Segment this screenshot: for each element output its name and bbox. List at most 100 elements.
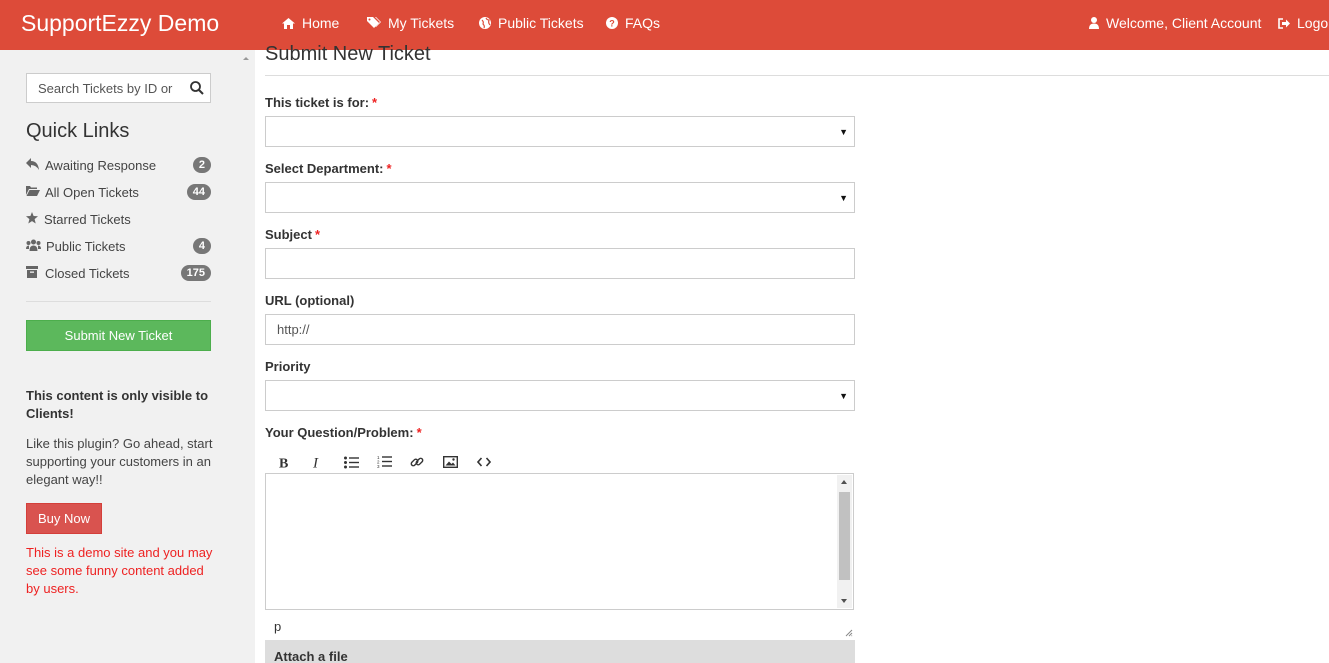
search-input[interactable]: Search Tickets by ID or [26, 73, 211, 103]
dropdown-caret-icon: ▼ [839, 391, 848, 401]
users-icon [26, 239, 41, 251]
count-badge: 4 [192, 238, 211, 254]
quick-link-awaiting-response[interactable]: Awaiting Response 2 [26, 156, 211, 176]
question-label: Your Question/Problem: * [265, 425, 422, 440]
editor-element-path: p [274, 619, 282, 634]
folder-open-icon [26, 186, 40, 196]
nav-faqs-label: FAQs [625, 15, 661, 31]
reply-icon [26, 158, 39, 170]
url-label: URL (optional) [265, 293, 355, 308]
code-button[interactable] [473, 452, 495, 472]
buy-now-button[interactable]: Buy Now [26, 503, 102, 534]
quick-link-starred-tickets[interactable]: Starred Tickets [26, 210, 211, 230]
sidebar-scroll-up-icon[interactable] [241, 54, 251, 62]
nav-my-tickets[interactable]: My Tickets [367, 15, 454, 31]
svg-text:?: ? [609, 19, 615, 29]
count-badge: 44 [186, 184, 211, 200]
quick-link-label: Starred Tickets [44, 212, 131, 227]
italic-button[interactable]: I [306, 452, 328, 472]
page-title: Submit New Ticket [265, 43, 431, 65]
svg-text:3: 3 [377, 464, 380, 469]
required-mark: * [314, 227, 321, 242]
quick-link-label: Public Tickets [46, 239, 126, 254]
quick-link-public-tickets[interactable]: Public Tickets 4 [26, 237, 211, 257]
subject-label-text: Subject [265, 227, 312, 242]
link-icon [410, 457, 424, 467]
scroll-up-icon[interactable] [841, 480, 847, 484]
count-badge: 2 [192, 157, 211, 173]
client-only-note: This content is only visible to Clients! [26, 388, 209, 421]
nav-welcome-user[interactable]: Welcome, Client Account [1089, 15, 1261, 31]
nav-public-tickets-label: Public Tickets [498, 15, 584, 31]
nav-logout[interactable]: Logou [1278, 15, 1329, 31]
department-select[interactable]: ▼ [265, 182, 855, 213]
question-circle-icon: ? [606, 17, 618, 29]
scroll-thumb[interactable] [839, 492, 850, 580]
dropdown-caret-icon: ▼ [839, 193, 848, 203]
attach-file-label: Attach a file [274, 649, 348, 663]
numbered-list-button[interactable]: 123 [373, 452, 395, 472]
numbered-list-icon: 123 [377, 455, 392, 469]
department-label-text: Select Department: [265, 161, 384, 176]
nav-welcome-label: Welcome, Client Account [1106, 15, 1262, 31]
nav-home[interactable]: Home [282, 15, 339, 31]
user-icon [1089, 17, 1099, 29]
submit-new-ticket-button[interactable]: Submit New Ticket [26, 320, 211, 351]
search-placeholder: Search Tickets by ID or [38, 81, 173, 96]
scroll-down-icon[interactable] [841, 599, 847, 603]
url-input-value: http:// [277, 322, 310, 337]
editor-scrollbar[interactable] [837, 475, 852, 608]
sidebar: Search Tickets by ID or Quick Links Awai… [0, 50, 255, 663]
bold-icon: B [279, 457, 288, 470]
department-label: Select Department: * [265, 161, 392, 176]
promo-text: Like this plugin? Go ahead, start suppor… [26, 436, 213, 487]
top-navbar: SupportEzzy Demo Home My Tickets Public … [0, 0, 1329, 50]
svg-text:I: I [312, 456, 319, 470]
editor-path-bar: p [265, 610, 855, 640]
subject-input[interactable] [265, 248, 855, 279]
image-icon [442, 456, 458, 468]
quick-link-closed-tickets[interactable]: Closed Tickets 175 [26, 264, 211, 284]
attach-file-panel[interactable]: Attach a file [265, 640, 855, 663]
nav-home-label: Home [302, 15, 340, 31]
nav-faqs[interactable]: ? FAQs [606, 15, 660, 31]
star-icon [26, 212, 38, 224]
sidebar-divider [26, 301, 211, 302]
insert-image-button[interactable] [439, 452, 461, 472]
required-mark: * [386, 161, 392, 176]
resize-grip-icon[interactable] [845, 629, 853, 637]
quick-link-all-open-tickets[interactable]: All Open Tickets 44 [26, 183, 211, 203]
home-icon [282, 17, 295, 29]
ticket-for-label-text: This ticket is for: [265, 95, 370, 110]
archive-icon [26, 266, 38, 278]
editor-toolbar: B I 123 [265, 450, 855, 472]
nav-my-tickets-label: My Tickets [388, 15, 455, 31]
subject-label: Subject * [265, 227, 320, 242]
search-icon[interactable] [190, 81, 204, 95]
ticket-for-select[interactable]: ▼ [265, 116, 855, 147]
nav-public-tickets[interactable]: Public Tickets [479, 15, 584, 31]
required-mark: * [372, 95, 378, 110]
tags-icon [367, 17, 381, 28]
insert-link-button[interactable] [406, 452, 428, 472]
url-input[interactable]: http:// [265, 314, 855, 345]
sign-out-icon [1278, 17, 1290, 29]
question-editor[interactable] [265, 473, 854, 610]
priority-label: Priority [265, 359, 311, 374]
quick-links-title: Quick Links [26, 120, 130, 142]
bullet-list-button[interactable] [340, 452, 362, 472]
globe-icon [479, 17, 491, 29]
svg-text:B: B [279, 457, 288, 470]
code-icon [477, 457, 491, 467]
demo-site-note: This is a demo site and you may see some… [26, 545, 213, 596]
italic-icon: I [312, 456, 319, 470]
count-badge: 175 [180, 265, 211, 281]
quick-link-label: Closed Tickets [45, 266, 130, 281]
quick-link-label: Awaiting Response [45, 158, 157, 173]
priority-select[interactable]: ▼ [265, 380, 855, 411]
brand-logo[interactable]: SupportEzzy Demo [21, 10, 219, 37]
quick-link-label: All Open Tickets [45, 185, 139, 200]
bold-button[interactable]: B [273, 452, 295, 472]
nav-logout-label: Logou [1297, 15, 1329, 31]
bullet-list-icon [343, 456, 359, 468]
